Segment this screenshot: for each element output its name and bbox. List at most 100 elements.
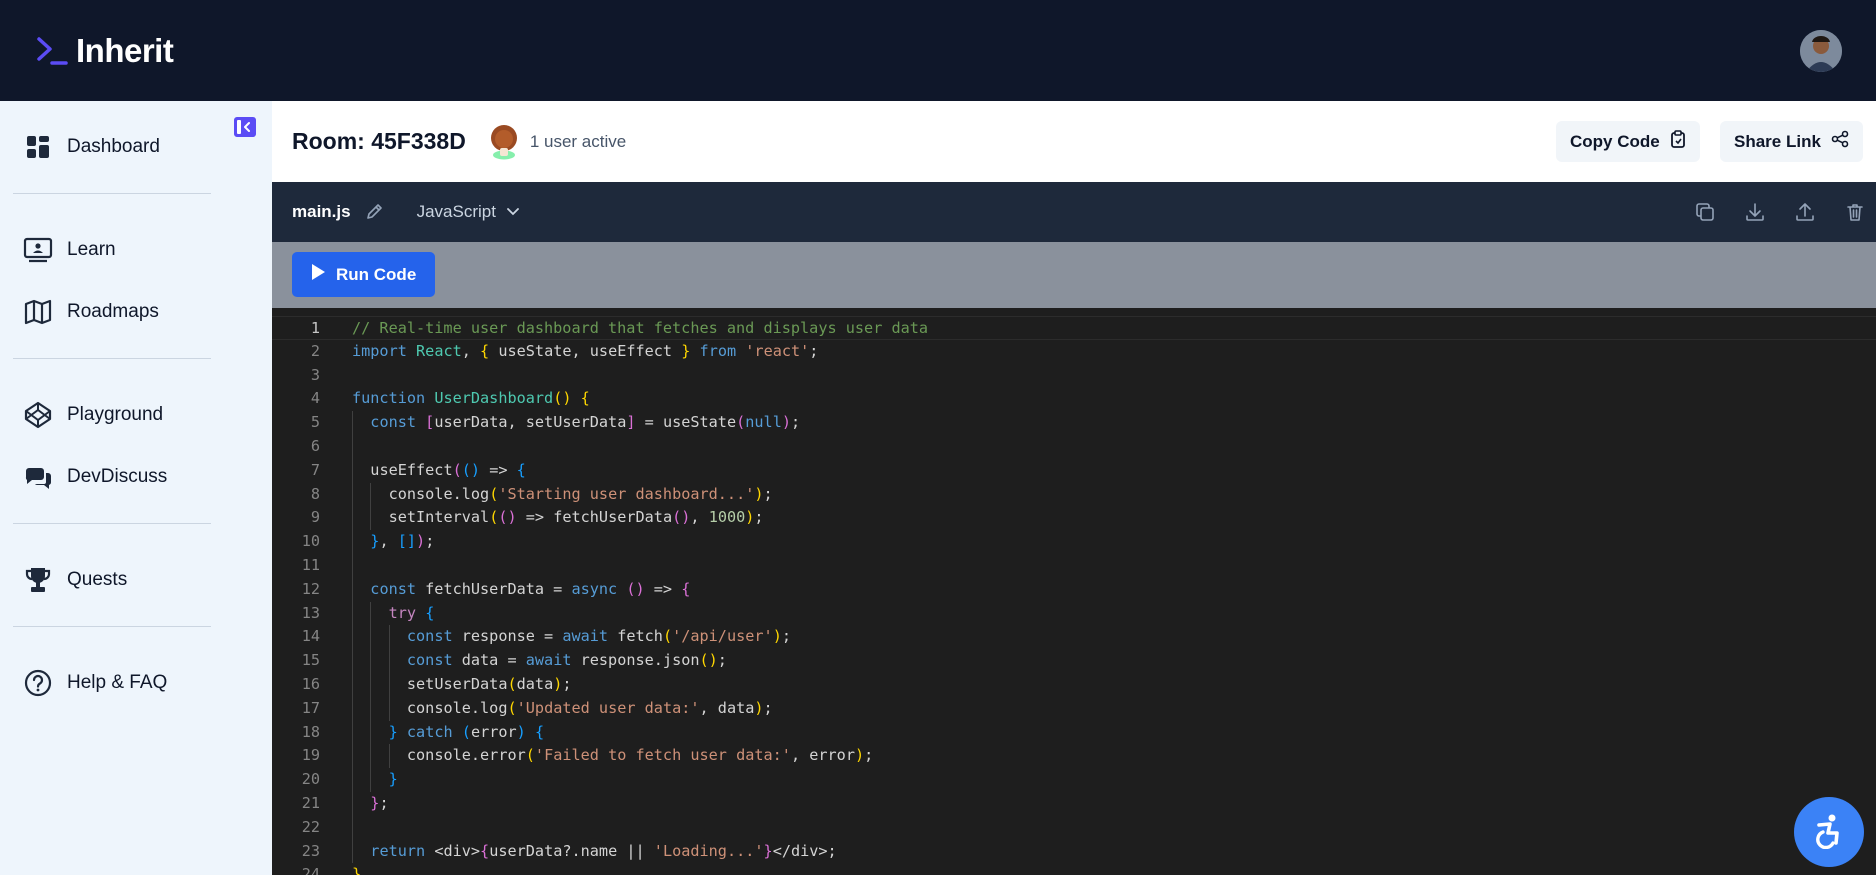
indent-guide xyxy=(352,649,353,673)
code-token: const xyxy=(406,651,453,670)
code-line[interactable]: 3 xyxy=(272,364,1876,388)
code-token: console.error xyxy=(406,746,526,765)
code-token: , error xyxy=(790,746,855,765)
code-line[interactable]: 20} xyxy=(272,768,1876,792)
code-token: 'Updated user data:' xyxy=(516,698,700,717)
code-line[interactable]: 14 const response = await fetch('/api/use… xyxy=(272,625,1876,650)
code-line[interactable]: 9 setInterval(() => fetchUserData(), 1000… xyxy=(272,506,1876,531)
sidebar-item-learn[interactable]: Learn xyxy=(13,226,211,274)
code-line[interactable]: 7 useEffect(() => { xyxy=(272,458,1876,483)
indent-guide xyxy=(370,744,372,769)
code-line[interactable]: 15 const data = await response.json(); xyxy=(272,649,1876,673)
code-token: data = xyxy=(452,651,526,670)
code-token: console.log xyxy=(406,698,508,717)
code-text: return <div>{userData?.name || 'Loading.… xyxy=(370,840,836,864)
user-avatar[interactable] xyxy=(1800,29,1842,72)
file-name[interactable]: main.js xyxy=(292,202,351,222)
collapse-sidebar-icon[interactable] xyxy=(233,116,257,138)
code-token: catch xyxy=(406,722,453,741)
code-text: console.error('Failed to fetch user data… xyxy=(407,744,873,768)
duplicate-icon[interactable] xyxy=(1694,201,1716,223)
line-number: 23 xyxy=(301,841,320,860)
code-token: ) xyxy=(754,698,764,717)
sidebar-item-roadmaps[interactable]: Roadmaps xyxy=(13,288,211,336)
logo[interactable]: Inherit xyxy=(36,32,174,70)
pencil-icon[interactable] xyxy=(365,203,383,221)
code-line[interactable]: 18} catch (error) { xyxy=(272,720,1876,745)
share-link-button[interactable]: Share Link xyxy=(1720,121,1863,162)
sidebar-item-playground[interactable]: Playground xyxy=(13,391,211,439)
code-line[interactable]: 16 setUserData(data); xyxy=(272,673,1876,697)
code-line[interactable]: 17 console.log('Updated user data:', data… xyxy=(272,696,1876,721)
code-text: import React, { useState, useEffect } fr… xyxy=(352,340,818,364)
code-token: , data xyxy=(699,698,755,717)
code-line[interactable]: 8 console.log('Starting user dashboard...… xyxy=(272,482,1876,507)
code-line[interactable]: 4 function UserDashboard() { xyxy=(272,387,1876,411)
code-line[interactable]: 22 xyxy=(272,815,1876,840)
indent-guide xyxy=(352,530,353,554)
sidebar-item-devdiscuss[interactable]: DevDiscuss xyxy=(13,453,211,501)
code-token: ) xyxy=(754,484,764,503)
line-number: 21 xyxy=(301,794,320,812)
sidebar-item-help[interactable]: Help & FAQ xyxy=(13,659,211,707)
code-line[interactable]: 24} xyxy=(272,863,1876,875)
sidebar-divider xyxy=(13,626,211,627)
code-token: ( xyxy=(525,746,535,765)
copy-code-button[interactable]: Copy Code xyxy=(1556,121,1700,162)
code-line[interactable]: 6 xyxy=(272,435,1876,459)
code-token: response.json xyxy=(571,651,700,670)
code-line[interactable]: 12 const fetchUserData = async () => { xyxy=(272,577,1876,602)
code-token: => xyxy=(480,460,517,479)
sidebar-item-label: Quests xyxy=(67,569,128,590)
code-line[interactable]: 5 const [userData, setUserData] = useStat… xyxy=(272,411,1876,435)
code-line[interactable]: 1 // Real-time user dashboard that fetche… xyxy=(272,316,1876,340)
code-line[interactable]: 2 import React, { useState, useEffect } f… xyxy=(272,340,1876,364)
code-text: setInterval(() => fetchUserData(), 1000)… xyxy=(389,506,764,530)
line-number: 13 xyxy=(301,603,320,622)
run-code-label: Run Code xyxy=(336,264,417,284)
sidebar-divider xyxy=(13,523,211,524)
active-users-text: 1 user active xyxy=(529,131,627,151)
code-token: fetchUserData = xyxy=(416,579,572,598)
code-line[interactable]: 21}; xyxy=(272,792,1876,816)
code-line[interactable]: 11 xyxy=(272,554,1876,578)
trash-icon[interactable] xyxy=(1844,201,1866,223)
sidebar-item-quests[interactable]: Quests xyxy=(13,556,211,604)
code-token: useState, useEffect xyxy=(489,341,682,360)
line-number: 5 xyxy=(310,413,320,432)
share-icon xyxy=(1831,130,1849,153)
terminal-prompt-icon xyxy=(36,36,70,66)
code-text: console.log('Updated user data:', data); xyxy=(407,697,773,721)
code-token: [ xyxy=(425,413,435,432)
active-user-avatar[interactable] xyxy=(488,124,520,160)
code-line[interactable]: 23 return <div>{userData?.name || 'Loadin… xyxy=(272,839,1876,864)
run-code-button[interactable]: Run Code xyxy=(292,252,435,297)
code-token: data xyxy=(516,675,554,693)
line-number: 22 xyxy=(301,817,320,836)
code-token: => xyxy=(644,579,682,598)
code-line[interactable]: 10}, []); xyxy=(272,530,1876,554)
code-editor[interactable]: 1 // Real-time user dashboard that fetche… xyxy=(272,308,1876,875)
accessibility-button[interactable] xyxy=(1794,797,1864,867)
code-text: console.log('Starting user dashboard...'… xyxy=(389,483,773,507)
code-token: [] xyxy=(397,532,417,551)
code-line[interactable]: 13 try { xyxy=(272,601,1876,626)
share-link-label: Share Link xyxy=(1734,131,1821,151)
code-line[interactable]: 19 console.error('Failed to fetch user da… xyxy=(272,744,1876,769)
sidebar-item-label: Help & FAQ xyxy=(67,672,168,693)
indent-guide xyxy=(388,673,390,697)
play-icon xyxy=(310,263,326,286)
indent-guide xyxy=(352,839,353,864)
sidebar-item-dashboard[interactable]: Dashboard xyxy=(13,123,211,171)
language-select[interactable]: JavaScript xyxy=(417,202,520,222)
indent-guide xyxy=(370,649,372,673)
indent-guide xyxy=(352,601,353,626)
code-token: () xyxy=(672,508,691,527)
upload-icon[interactable] xyxy=(1794,201,1816,223)
code-token: const xyxy=(370,579,417,598)
indent-guide xyxy=(370,506,372,531)
code-token: { xyxy=(534,722,545,741)
download-icon[interactable] xyxy=(1744,201,1766,223)
indent-guide xyxy=(388,744,390,769)
sidebar-divider xyxy=(13,193,211,194)
